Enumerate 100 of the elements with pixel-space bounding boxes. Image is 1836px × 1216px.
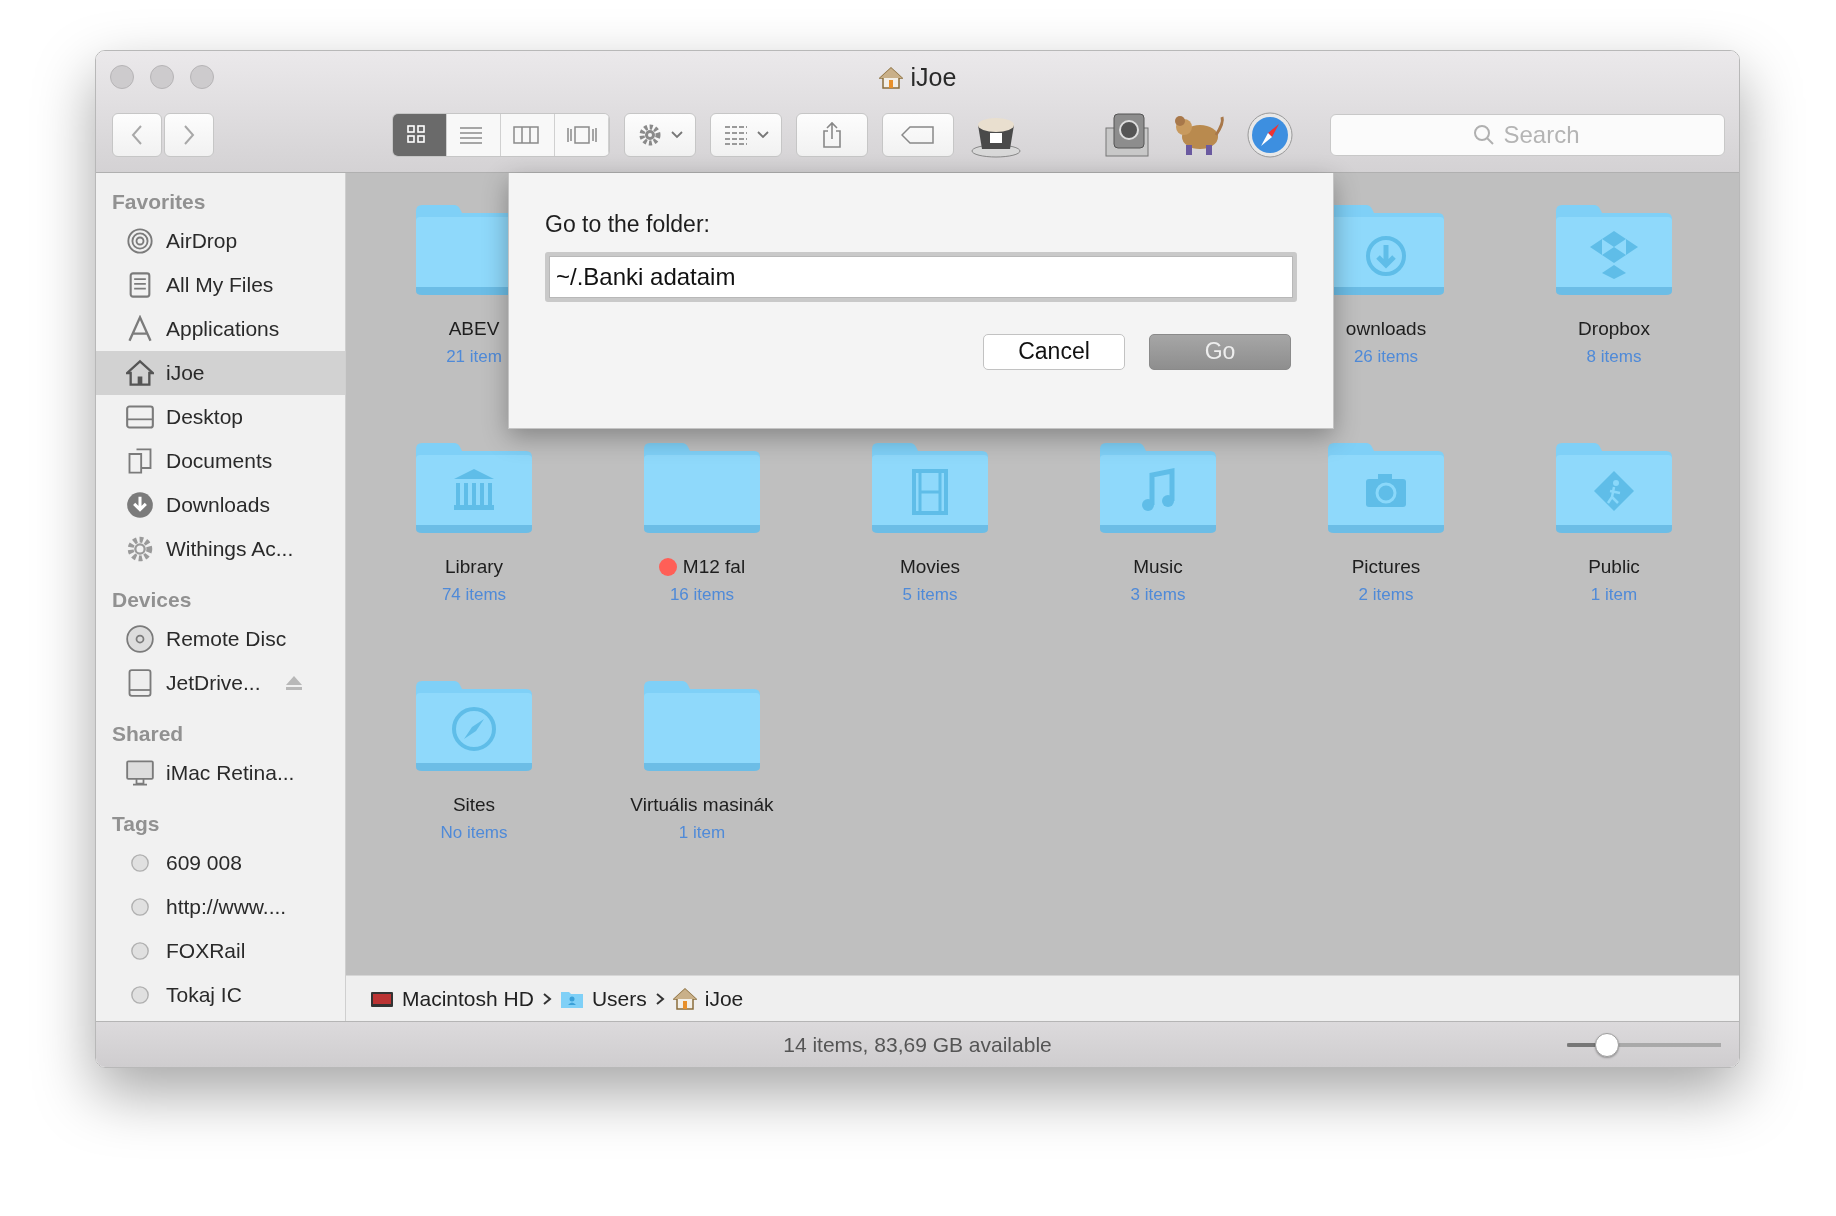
folder-name: Virtuális masinák: [630, 793, 774, 817]
folder-name: Movies: [899, 555, 961, 579]
sidebar-item-label: Applications: [166, 316, 280, 343]
chevron-icon: [654, 991, 665, 1006]
home-icon: [126, 359, 154, 387]
sidebar-item-label: Withings Ac...: [166, 536, 294, 563]
tag-icon: [901, 126, 935, 144]
view-mode-control[interactable]: [392, 113, 610, 157]
search-icon: [1473, 124, 1495, 146]
sidebar-item[interactable]: Applications: [96, 307, 345, 351]
sidebar-item-label: Documents: [166, 448, 273, 475]
sidebar-item[interactable]: FOXRail: [96, 929, 345, 973]
sidebar-item[interactable]: iJoe: [96, 351, 345, 395]
cover-flow-icon: [566, 123, 597, 147]
sidebar-item[interactable]: 609 008: [96, 841, 345, 885]
sidebar-section-title: Devices: [111, 587, 193, 613]
caret-icon: [757, 131, 769, 139]
sidebar-item-label: AirDrop: [166, 228, 238, 255]
animal-icon[interactable]: [1172, 113, 1226, 157]
sidebar-item[interactable]: iMac Retina...: [96, 751, 345, 795]
view-mode-tab[interactable]: [555, 114, 609, 156]
forward-button[interactable]: [164, 113, 214, 157]
item-count: 16 items: [669, 583, 735, 606]
folder-name: Music: [1133, 555, 1183, 579]
zoom-slider-thumb[interactable]: [1595, 1033, 1620, 1057]
sidebar-item[interactable]: All My Files: [96, 263, 345, 307]
search-field[interactable]: Search: [1330, 114, 1725, 156]
settings-icon: [637, 122, 663, 148]
airdrop-icon: [126, 227, 154, 255]
sidebar-item[interactable]: JetDrive...: [96, 661, 345, 705]
sidebar-item[interactable]: Documents: [96, 439, 345, 483]
display-icon: [126, 759, 154, 787]
status-text: 14 items, 83,69 GB available: [783, 1031, 1052, 1058]
back-icon: [130, 123, 144, 147]
zoom-button[interactable]: [190, 65, 214, 89]
view-mode-tab[interactable]: [447, 114, 501, 156]
folder-name: M12 fal: [682, 555, 746, 579]
house-icon: [672, 986, 697, 1011]
item-count: No items: [440, 821, 508, 844]
sidebar-item[interactable]: http://www....: [96, 885, 345, 929]
item-count: 1 item: [678, 821, 726, 844]
sidebar-item-label: iJoe: [166, 360, 205, 387]
sidebar-section-title: Shared: [111, 721, 185, 747]
sidebar-item[interactable]: Downloads: [96, 483, 345, 527]
folder-name: ownloads: [1345, 317, 1427, 341]
folder-name: Pictures: [1351, 555, 1421, 579]
item-count: 21 item: [446, 345, 502, 368]
item-count: 2 items: [1358, 583, 1414, 606]
dialog-prompt: Go to the folder:: [545, 210, 711, 239]
disc-icon: [126, 625, 154, 653]
sidebar-item[interactable]: Desktop: [96, 395, 345, 439]
compass-icon[interactable]: [1246, 111, 1294, 159]
folder-path-field[interactable]: ~/.Banki adataim: [549, 255, 1293, 298]
item-count: 8 items: [1586, 345, 1642, 368]
sidebar-item-label: Remote Disc: [166, 626, 287, 653]
sidebar-item-label: Downloads: [166, 492, 270, 519]
view-mode-tab[interactable]: [501, 114, 555, 156]
cancel-button[interactable]: Cancel: [983, 333, 1125, 370]
sidebar-item-label: All My Files: [166, 272, 274, 299]
sidebar-item[interactable]: AirDrop: [96, 219, 345, 263]
arrange-menu-button[interactable]: [710, 113, 782, 157]
camera-icon[interactable]: [1102, 110, 1152, 160]
sidebar-item[interactable]: Withings Ac...: [96, 527, 345, 571]
sidebar-item-label: Desktop: [166, 404, 244, 431]
eject-icon[interactable]: [284, 675, 303, 691]
path-item[interactable]: Macintosh HD: [402, 982, 534, 1015]
close-button[interactable]: [110, 65, 134, 89]
action-menu-button[interactable]: [624, 113, 696, 157]
item-count: 26 items: [1353, 345, 1419, 368]
sidebar-section-title: Favorites: [111, 189, 207, 215]
item-count: 5 items: [902, 583, 958, 606]
path-item[interactable]: Users: [591, 982, 647, 1015]
folder-name: Public: [1588, 555, 1640, 579]
sidebar-item-label: http://www....: [166, 894, 287, 921]
sidebar-item[interactable]: Tokaj IC: [96, 973, 345, 1017]
path-item[interactable]: iJoe: [704, 982, 744, 1015]
sidebar-item-label: JetDrive...: [166, 670, 261, 697]
documents-icon: [126, 447, 154, 475]
sidebar-item-label: Tokaj IC: [166, 982, 242, 1009]
forward-icon: [182, 123, 196, 147]
gear-icon: [126, 535, 154, 563]
item-count: 74 items: [441, 583, 507, 606]
sidebar-section-title: Tags: [111, 811, 161, 837]
chevron-icon: [541, 991, 552, 1006]
back-button[interactable]: [112, 113, 162, 157]
view-mode-tab[interactable]: [393, 114, 447, 156]
sidebar-item-label: iMac Retina...: [166, 760, 295, 787]
folder-name: Dropbox: [1578, 317, 1650, 341]
minimize-button[interactable]: [150, 65, 174, 89]
share-icon: [821, 121, 843, 149]
download-icon: [126, 491, 154, 519]
folder-name: Sites: [452, 793, 496, 817]
tag-button[interactable]: [882, 113, 954, 157]
item-count: 1 item: [1590, 583, 1638, 606]
share-button[interactable]: [796, 113, 868, 157]
sidebar-item[interactable]: Remote Disc: [96, 617, 345, 661]
caret-icon: [671, 131, 683, 139]
folder-name: Library: [444, 555, 504, 579]
desktop-icon: [126, 403, 154, 431]
house-icon: [878, 65, 903, 90]
